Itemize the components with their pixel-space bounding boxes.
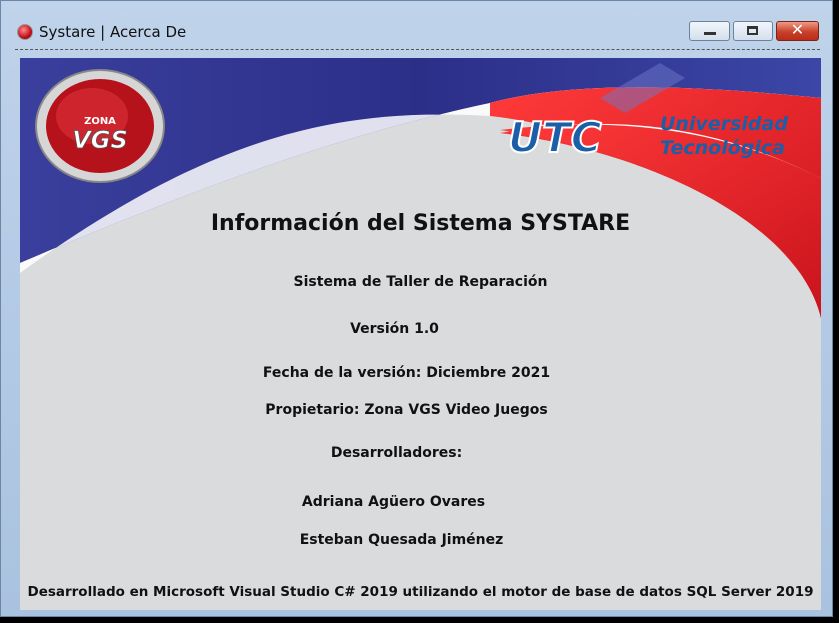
owner: Propietario: Zona VGS Video Juegos [265,402,548,418]
minimize-button[interactable] [689,21,730,41]
version-label: Versión 1.0 [350,321,439,337]
svg-text:Tecnológica: Tecnológica [660,137,785,159]
app-icon[interactable] [17,24,33,40]
titlebar-divider [15,49,820,50]
page-title: Información del Sistema SYSTARE [210,211,631,236]
close-button[interactable]: ✕ [776,20,819,41]
developers-label: Desarrolladores: [330,445,463,461]
svg-text:VGS: VGS [72,126,128,154]
zona-vgs-logo: ZONA VGS [35,69,165,183]
about-content: ZONA VGS UTC Universidad Tecnológica Inf… [20,58,821,610]
minimize-icon [704,32,716,35]
window-title: Systare | Acerca De [39,23,187,41]
developer-item: Adriana Agüero Ovares [301,494,486,510]
title-bar[interactable]: Systare | Acerca De ✕ [1,1,832,51]
about-window: Systare | Acerca De ✕ ZONA VGS UTC Unive… [0,0,833,617]
svg-text:Universidad: Universidad [660,113,788,135]
developer-item: Esteban Quesada Jiménez [299,532,504,548]
close-icon: ✕ [790,20,805,39]
footer-note: Desarrollado en Microsoft Visual Studio … [27,584,814,600]
svg-text:UTC: UTC [508,113,602,162]
maximize-button[interactable] [733,21,773,41]
utc-logo: UTC Universidad Tecnológica [508,112,788,163]
maximize-icon [747,26,758,35]
release-date: Fecha de la versión: Diciembre 2021 [262,365,551,381]
system-name: Sistema de Taller de Reparación [293,274,548,290]
